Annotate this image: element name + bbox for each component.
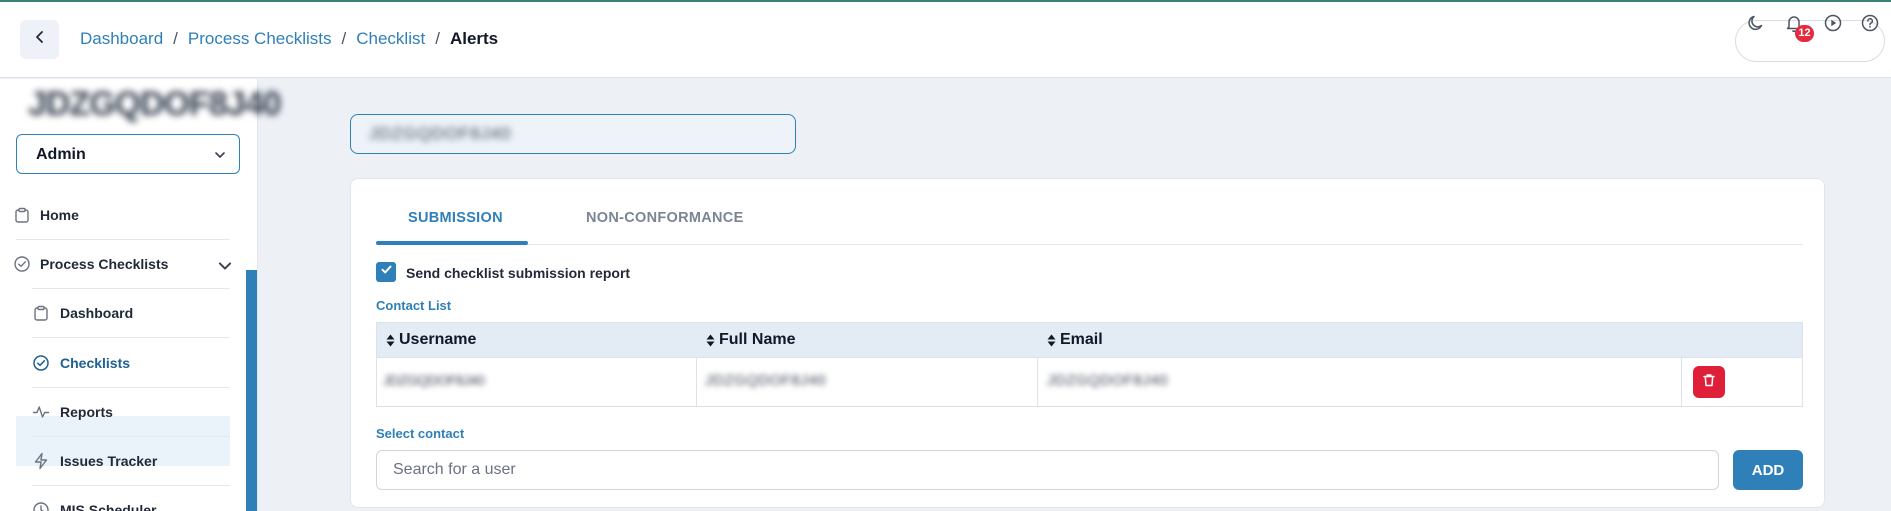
column-header-label: Full Name [719, 331, 796, 348]
breadcrumb-separator: / [173, 29, 178, 48]
sort-icon [386, 334, 395, 346]
breadcrumb-current: Alerts [449, 29, 499, 48]
column-header-label: Username [399, 331, 477, 348]
sidebar-item-issues-tracker[interactable]: Issues Tracker [0, 437, 246, 485]
checklist-title: JDZGQDOF8J40 [369, 124, 512, 143]
cell-divider [1681, 358, 1682, 406]
zap-icon [32, 452, 50, 470]
chevron-down-icon [213, 148, 227, 162]
role-select-value: Admin [36, 146, 86, 163]
sidebar-scrollbar[interactable] [246, 270, 257, 511]
sidebar-item-label: Home [40, 207, 79, 223]
column-header-full-name[interactable]: Full Name [706, 331, 795, 349]
org-logo: JDZGQDOF8J40 [28, 85, 282, 123]
breadcrumb-process-checklists[interactable]: Process Checklists [188, 29, 332, 49]
send-report-label: Send checklist submission report [406, 265, 631, 281]
select-contact-label: Select contact [376, 426, 465, 441]
chevron-down-icon [216, 257, 232, 271]
checklist-title-field[interactable]: JDZGQDOF8J40 [350, 114, 796, 154]
back-button[interactable] [20, 20, 59, 59]
alerts-card: SUBMISSION NON-CONFORMANCE Send checklis… [350, 178, 1825, 508]
cell-divider [696, 358, 697, 406]
column-header-email[interactable]: Email [1047, 331, 1103, 349]
sidebar-item-reports[interactable]: Reports [0, 388, 246, 436]
sidebar-item-label: Process Checklists [40, 256, 169, 272]
sidebar-item-label: Dashboard [60, 305, 134, 321]
table-row: JDZGQDOF8J40 JDZGQDOF8J40 JDZGQDOF8J40 [376, 358, 1803, 407]
contact-list-label: Contact List [376, 298, 452, 313]
cell-email: JDZGQDOF8J40 [1047, 372, 1169, 389]
moon-icon[interactable] [1746, 13, 1766, 33]
tab-bar: SUBMISSION NON-CONFORMANCE [376, 179, 1803, 245]
activity-icon [32, 403, 50, 421]
tab-submission[interactable]: SUBMISSION [408, 210, 503, 226]
table-header: Username Full Name Email [376, 322, 1803, 358]
check-circle-icon [13, 255, 31, 273]
sidebar: JDZGQDOF8J40 Admin Home Process Checklis… [0, 79, 282, 511]
cell-username: JDZGQDOF8J40 [383, 372, 485, 388]
sidebar-item-mis-scheduler[interactable]: MIS Scheduler [0, 486, 246, 511]
check-icon [380, 263, 393, 281]
cell-full-name: JDZGQDOF8J40 [705, 372, 827, 389]
breadcrumb-separator: / [341, 29, 347, 48]
trash-icon [1702, 373, 1716, 392]
sort-icon [1047, 334, 1056, 346]
clipboard-icon [32, 304, 50, 322]
contact-table: Username Full Name Email JDZGQDOF8J40 JD… [376, 322, 1803, 407]
check-circle-icon [32, 354, 50, 372]
breadcrumb-separator: / [435, 29, 440, 48]
sidebar-item-label: Checklists [60, 355, 131, 371]
clipboard-icon [13, 206, 31, 224]
sort-icon [706, 334, 715, 346]
search-user-input[interactable] [376, 450, 1719, 490]
delete-contact-button[interactable] [1693, 366, 1725, 398]
sidebar-item-dashboard[interactable]: Dashboard [0, 289, 246, 337]
chevron-left-icon [33, 30, 47, 49]
add-contact-button[interactable]: ADD [1733, 450, 1803, 490]
top-header: Dashboard / Process Checklists / Checkli… [0, 2, 1891, 78]
clock-icon [32, 501, 50, 511]
sidebar-item-process-checklists[interactable]: Process Checklists [0, 240, 246, 288]
notification-badge: 12 [1795, 25, 1814, 42]
divider [32, 337, 230, 338]
column-header-username[interactable]: Username [386, 331, 476, 349]
sidebar-item-label: MIS Scheduler [60, 502, 157, 511]
breadcrumb-dashboard[interactable]: Dashboard [80, 29, 163, 49]
send-report-checkbox[interactable] [376, 262, 396, 282]
help-circle-icon[interactable] [1860, 13, 1880, 33]
sidebar-item-label: Issues Tracker [60, 453, 158, 469]
tab-non-conformance[interactable]: NON-CONFORMANCE [586, 210, 744, 226]
cell-divider [1037, 358, 1038, 406]
active-tab-indicator [376, 241, 528, 245]
breadcrumb-checklist[interactable]: Checklist [356, 29, 425, 49]
play-circle-icon[interactable] [1823, 13, 1843, 33]
breadcrumb: Dashboard / Process Checklists / Checkli… [80, 29, 498, 49]
role-select[interactable]: Admin [16, 134, 240, 174]
sidebar-item-checklists[interactable]: Checklists [0, 339, 246, 387]
sidebar-item-home[interactable]: Home [0, 191, 246, 239]
sidebar-item-label: Reports [60, 404, 113, 420]
column-header-label: Email [1060, 331, 1103, 348]
